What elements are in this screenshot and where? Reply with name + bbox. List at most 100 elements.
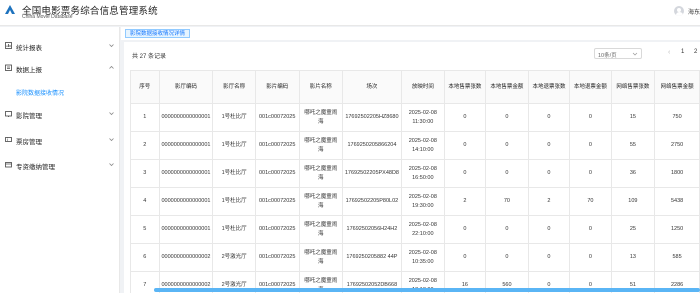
table-cell: 1769250205866204 — [341, 131, 403, 160]
table-cell: 2025-02-08 19:30:00 — [401, 187, 445, 216]
sidebar-subitem-label: 影院数据接收情况 — [16, 91, 65, 97]
table-cell: 36 — [610, 159, 656, 188]
table-cell: 001c00072025 — [254, 159, 300, 188]
sidebar-item-label: 数据上报 — [16, 67, 42, 74]
table-cell: 哪吒之魔童闹海 — [298, 159, 343, 188]
sidebar-item-reports[interactable]: 统计报表 — [0, 39, 119, 53]
table-cell: 1号杜比厅 — [212, 159, 256, 188]
cinema-icon — [5, 111, 12, 117]
column-header: 影片编码 — [254, 70, 300, 104]
table-row[interactable]: 4 0000000000000001 1号杜比厅 001c00072025 哪吒之魔童闹… — [130, 187, 700, 216]
table-cell: 0000000000000001 — [158, 131, 214, 160]
table-cell: 0 — [485, 159, 529, 188]
table-cell: 5 — [130, 215, 160, 244]
column-header: 网络售票张数 — [610, 70, 656, 104]
page-size-select[interactable]: 10条/页 — [594, 48, 642, 59]
table-row[interactable]: 6 0000000000000002 2号激光厅 001c00072025 哪吒之魔童闹… — [130, 243, 700, 272]
table-cell: 585 — [654, 243, 700, 272]
table-row[interactable]: 5 0000000000000001 1号杜比厅 001c00072025 哪吒之魔童闹… — [130, 215, 700, 244]
table-cell: 0000000000000001 — [158, 159, 214, 188]
table-cell: 2号激光厅 — [212, 243, 256, 272]
table-row[interactable]: 1 0000000000000001 1号杜比厅 001c00072025 哪吒之魔童闹… — [130, 103, 700, 132]
sidebar-item-box-office[interactable]: 票房管理 — [0, 133, 119, 147]
column-header: 本地退票金额 — [569, 70, 612, 104]
table-cell: 001c00072025 — [254, 215, 300, 244]
table-cell: 0 — [443, 131, 487, 160]
table-cell: 001c00072025 — [254, 103, 300, 132]
chevron-down-icon — [109, 112, 114, 116]
main-content: 共 27 条记录 10条/页 ‹ 1 2 序号 影厅编码 影厅名称 影片编码 影… — [124, 42, 700, 293]
table-cell: 0 — [485, 215, 529, 244]
column-header: 本地退票张数 — [527, 70, 571, 104]
table-cell: 2025-02-08 16:50:00 — [401, 159, 445, 188]
table-cell: 0000000000000001 — [158, 215, 214, 244]
table-cell: 25 — [610, 215, 656, 244]
table-cell: 2 — [443, 187, 487, 216]
table-cell: 0 — [527, 103, 571, 132]
table-cell: 哪吒之魔童闹海 — [298, 131, 343, 160]
ticket-icon — [5, 137, 12, 142]
sidebar-item-label: 影院管理 — [16, 113, 42, 120]
table-cell: 17692502056H24H2 — [341, 215, 403, 244]
table-cell: 1号杜比厅 — [212, 215, 256, 244]
chevron-down-icon — [109, 163, 114, 167]
table-cell: 001c00072025 — [254, 243, 300, 272]
sidebar: 统计报表 数据上报 影院数据接收情况 影院管理 票房管理 专资缴纳管理 — [0, 27, 120, 293]
column-header: 本地售票金额 — [485, 70, 529, 104]
table-cell: 109 — [610, 187, 656, 216]
table-cell: 哪吒之魔童闹海 — [298, 243, 343, 272]
data-table: 序号 影厅编码 影厅名称 影片编码 影片名称 场次 放映时间 本地售票张数 本地… — [130, 70, 700, 293]
table-row[interactable]: 3 0000000000000001 1号杜比厅 001c00072025 哪吒之魔童闹… — [130, 159, 700, 188]
column-header: 影厅编码 — [158, 70, 214, 104]
tab-bar: 影院数据接收情况详情 — [121, 27, 700, 40]
horizontal-scrollbar[interactable] — [154, 288, 700, 292]
pager-page-1[interactable]: 1 — [681, 49, 684, 55]
table-cell: 0000000000000001 — [158, 187, 214, 216]
tab-cinema-data-detail[interactable]: 影院数据接收情况详情 — [125, 29, 191, 38]
table-cell: 1 — [130, 103, 160, 132]
table-cell: 0000000000000002 — [158, 243, 214, 272]
table-cell: 1800 — [654, 159, 700, 188]
table-cell: 0 — [443, 243, 487, 272]
table-cell: 0 — [443, 103, 487, 132]
avatar[interactable] — [674, 6, 684, 16]
table-row[interactable]: 2 0000000000000001 1号杜比厅 001c00072025 哪吒之魔童闹… — [130, 131, 700, 160]
table-cell: 1769250205882 44P — [341, 243, 403, 272]
table-cell: 0 — [569, 131, 612, 160]
column-header: 影厅名称 — [212, 70, 256, 104]
table-cell: 2750 — [654, 131, 700, 160]
chevron-down-icon — [109, 138, 114, 142]
username[interactable]: 海东 — [688, 7, 700, 16]
table-cell: 1号杜比厅 — [212, 187, 256, 216]
table-cell: 750 — [654, 103, 700, 132]
column-header: 序号 — [130, 70, 160, 104]
table-cell: 15 — [610, 103, 656, 132]
table-body: 1 0000000000000001 1号杜比厅 001c00072025 哪吒之魔童闹… — [130, 103, 700, 293]
upload-icon — [5, 64, 12, 71]
app-subtitle: China Movie Database — [22, 14, 73, 20]
sidebar-item-data-upload[interactable]: 数据上报 — [0, 61, 119, 75]
pager-page-2[interactable]: 2 — [694, 49, 697, 55]
table-cell: 17692502205HZ8680 — [341, 103, 403, 132]
user-menu[interactable]: 海东 — [674, 6, 700, 16]
table-cell: 0 — [569, 243, 612, 272]
chevron-up-icon — [109, 65, 114, 69]
table-cell: 1250 — [654, 215, 700, 244]
table-cell: 2025-02-08 14:10:00 — [401, 131, 445, 160]
table-cell: 2025-02-08 22:10:00 — [401, 215, 445, 244]
column-header: 网络售票金额 — [654, 70, 700, 104]
table-cell: 0 — [569, 159, 612, 188]
sidebar-subitem-cinema-data[interactable]: 影院数据接收情况 — [0, 85, 119, 98]
table-cell: 0 — [443, 215, 487, 244]
sidebar-item-special-fund[interactable]: 专资缴纳管理 — [0, 158, 119, 172]
table-cell: 17692502205PX48D8 — [341, 159, 403, 188]
table-cell: 17692502205P80L02 — [341, 187, 403, 216]
pager-prev-button[interactable]: ‹ — [668, 49, 670, 56]
sidebar-item-cinema-management[interactable]: 影院管理 — [0, 107, 119, 121]
sidebar-item-label: 统计报表 — [16, 45, 42, 52]
page-size-value: 10条/页 — [598, 53, 617, 59]
total-count: 共 27 条记录 — [132, 54, 167, 60]
table-cell: 0 — [485, 131, 529, 160]
table-cell: 001c00072025 — [254, 187, 300, 216]
chevron-down-icon — [632, 52, 638, 56]
